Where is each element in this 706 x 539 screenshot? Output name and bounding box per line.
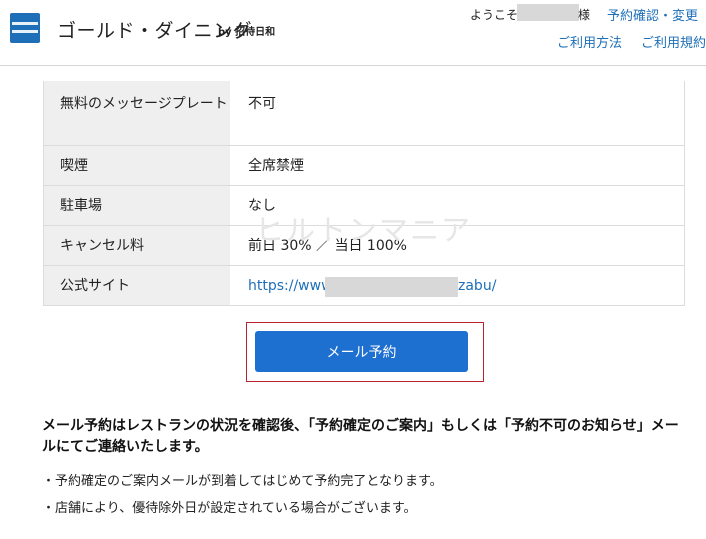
official-site-cell: https://www zabu/ <box>230 266 684 305</box>
table-row: 公式サイト https://www zabu/ <box>44 265 684 305</box>
welcome-text: ようこそ <box>470 8 519 22</box>
usage-guide-link[interactable]: ご利用方法 <box>557 32 622 51</box>
reservation-check-link[interactable]: 予約確認・変更 <box>607 5 698 24</box>
table-row: 無料のメッセージプレート 不可 <box>44 81 684 145</box>
amex-logo-icon[interactable] <box>10 13 40 43</box>
mail-reservation-button[interactable]: メール予約 <box>255 331 468 372</box>
url-redacted <box>325 277 458 297</box>
row-label: 駐車場 <box>44 186 230 225</box>
table-row: 喫煙 全席禁煙 <box>44 145 684 185</box>
reservation-notice: メール予約はレストランの状況を確認後、「予約確定のご案内」もしくは「予約不可のお… <box>42 418 679 455</box>
row-value: 不可 <box>248 96 276 112</box>
brand-byline: by 招待日和 <box>218 27 276 38</box>
restaurant-details-table: 無料のメッセージプレート 不可 喫煙 全席禁煙 駐車場 なし キャンセル料 前日… <box>43 81 685 306</box>
official-site-link[interactable]: https://www <box>248 278 333 294</box>
row-label: 喫煙 <box>44 146 230 185</box>
site-header: ゴールド・ダイニング by 招待日和 ようこそ 様 予約確認・変更 ご利用方法 … <box>0 0 706 66</box>
row-label: キャンセル料 <box>44 226 230 265</box>
official-site-link-tail[interactable]: zabu/ <box>458 275 496 297</box>
terms-link[interactable]: ご利用規約 <box>641 32 706 51</box>
row-label: 公式サイト <box>44 266 230 305</box>
row-label: 無料のメッセージプレート <box>44 81 230 145</box>
note-bullet: ・予約確定のご案内メールが到着してはじめて予約完了となります。 <box>42 474 443 489</box>
welcome-suffix: 様 <box>578 8 591 22</box>
note-bullet: ・店舗により、優待除外日が設定されている場合がございます。 <box>42 501 417 516</box>
watermark: ヒルトンマニア <box>255 213 473 247</box>
row-value: 全席禁煙 <box>248 158 304 174</box>
user-name-redacted <box>517 4 579 21</box>
